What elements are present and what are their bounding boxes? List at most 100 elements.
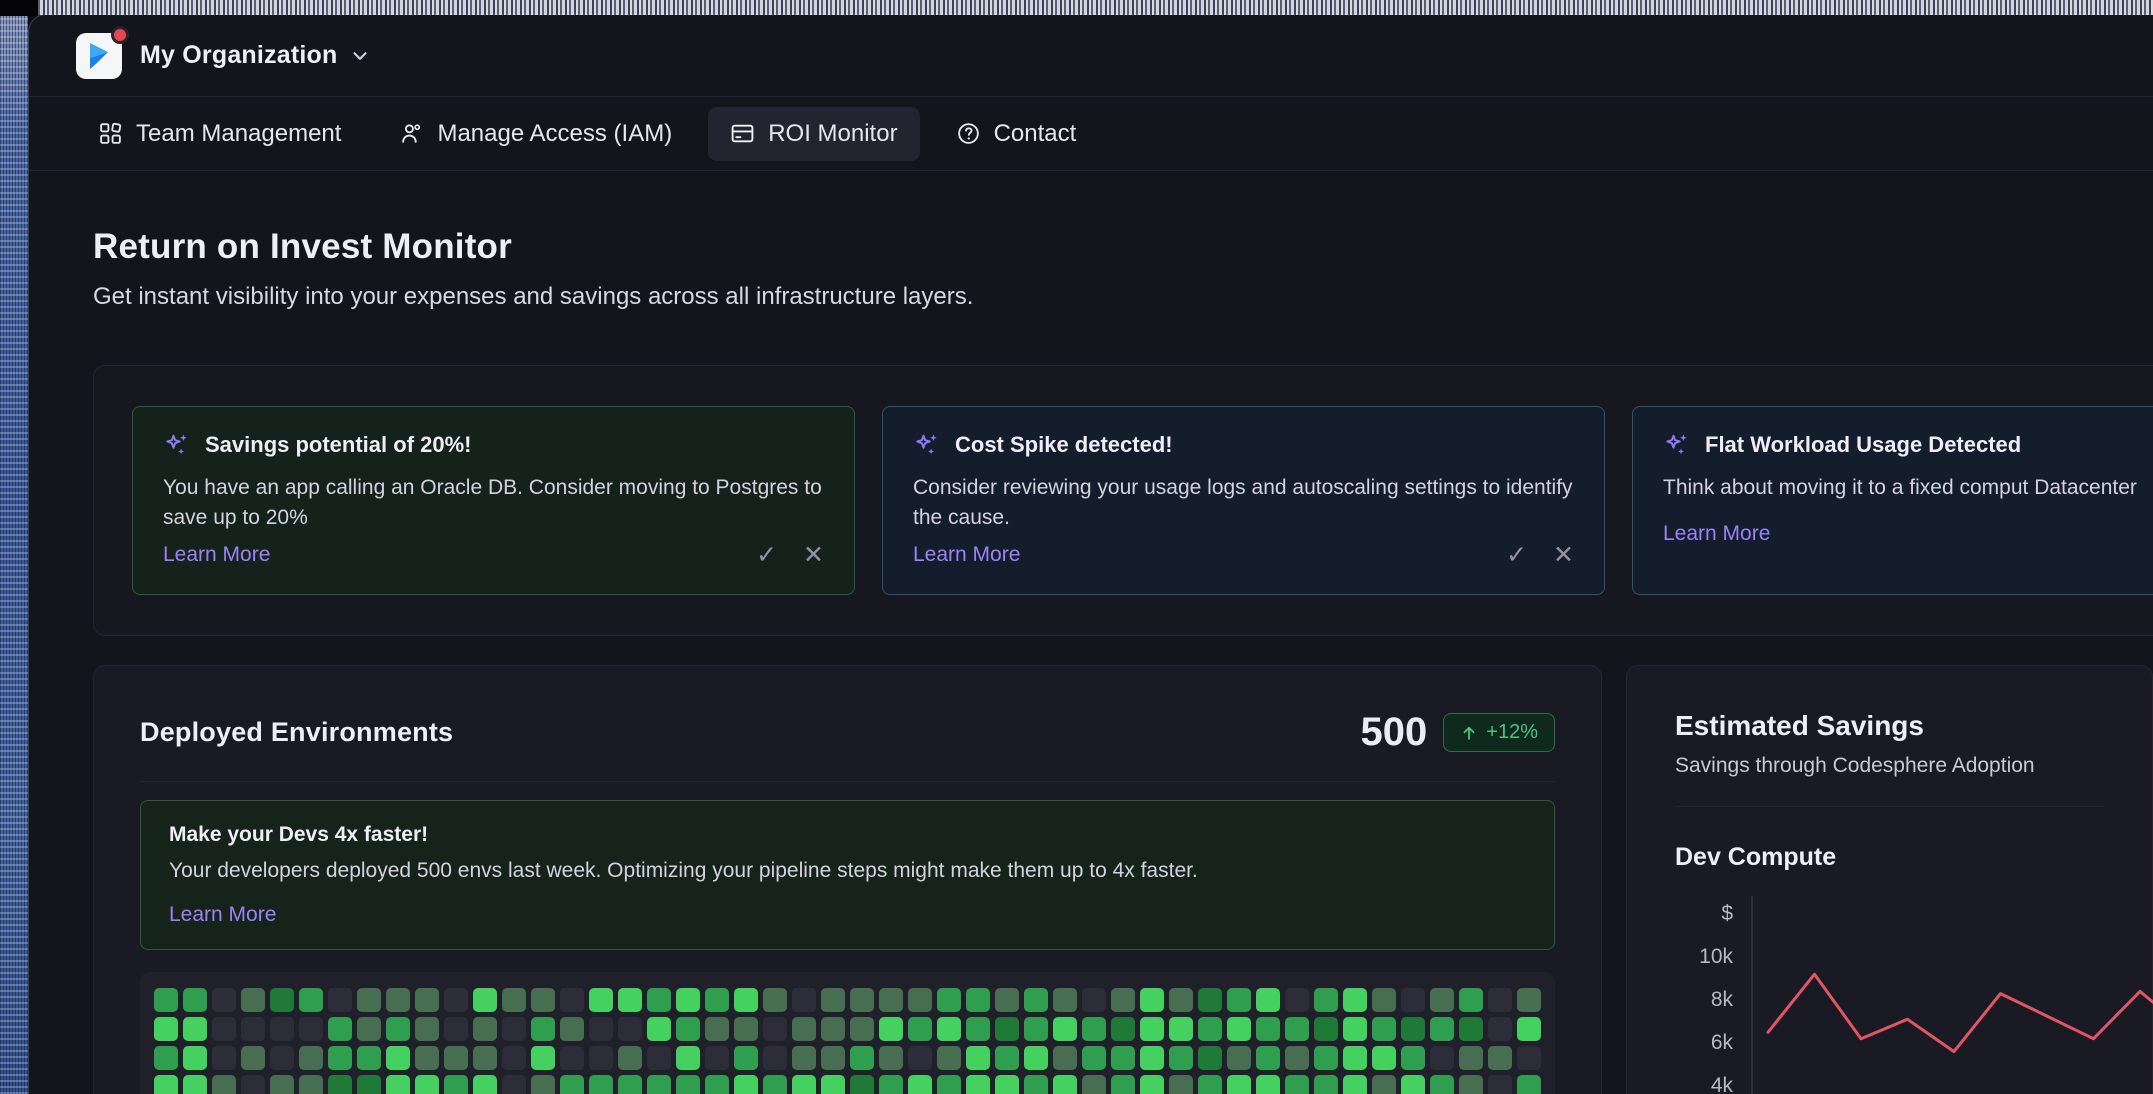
heatmap-cell — [879, 1075, 903, 1094]
heatmap-cell — [618, 1075, 642, 1094]
heatmap-cell — [1488, 1017, 1512, 1041]
tab-contact[interactable]: Contact — [934, 107, 1099, 161]
heatmap-cell — [1169, 988, 1193, 1012]
heatmap-cell — [618, 988, 642, 1012]
check-icon[interactable]: ✓ — [1506, 540, 1527, 570]
learn-more-link[interactable]: Learn More — [1663, 522, 1770, 546]
heatmap-cell — [473, 1075, 497, 1094]
heatmap-cell — [212, 1017, 236, 1041]
heatmap-cell — [502, 988, 526, 1012]
heatmap-cell — [734, 1017, 758, 1041]
heatmap-cell — [444, 1017, 468, 1041]
org-logo[interactable] — [76, 33, 122, 79]
tab-roi-monitor[interactable]: ROI Monitor — [708, 107, 919, 161]
arrow-up-icon — [1460, 724, 1478, 742]
heatmap-cell — [241, 988, 265, 1012]
learn-more-link[interactable]: Learn More — [913, 543, 1020, 567]
heatmap-cell — [821, 1017, 845, 1041]
tab-label: Manage Access (IAM) — [437, 120, 672, 148]
heatmap-cell — [1430, 1075, 1454, 1094]
heatmap-cell — [1111, 1075, 1135, 1094]
chevron-down-icon — [349, 45, 371, 67]
heatmap-cell — [1459, 988, 1483, 1012]
heatmap-cell — [589, 1046, 613, 1070]
y-axis-tick: 10k — [1675, 945, 1733, 969]
heatmap-cell — [1285, 988, 1309, 1012]
heatmap-cell — [705, 1017, 729, 1041]
close-icon[interactable]: ✕ — [803, 540, 824, 570]
heatmap-cell — [328, 1075, 352, 1094]
grid-icon — [98, 121, 123, 146]
page-title: Return on Invest Monitor — [93, 227, 2153, 267]
learn-more-link[interactable]: Learn More — [169, 903, 1526, 927]
devs-faster-callout: Make your Devs 4x faster! Your developer… — [140, 800, 1555, 950]
sparkles-icon — [1663, 431, 1691, 459]
heatmap-cell — [589, 1075, 613, 1094]
heatmap-cell — [1517, 1046, 1541, 1070]
heatmap-cell — [531, 988, 555, 1012]
heatmap-cell — [850, 1046, 874, 1070]
heatmap-cell — [357, 1017, 381, 1041]
delta-badge: +12% — [1443, 713, 1555, 752]
dev-compute-chart: $10k8k6k4k — [1675, 890, 2104, 1094]
heatmap-cell — [879, 1046, 903, 1070]
heatmap-cell — [444, 1046, 468, 1070]
heatmap-cell — [444, 1075, 468, 1094]
heatmap-cell — [647, 1046, 671, 1070]
tab-manage-access-iam[interactable]: Manage Access (IAM) — [377, 107, 694, 161]
heatmap-cell — [154, 1075, 178, 1094]
help-circle-icon — [956, 121, 981, 146]
heatmap-cell — [676, 1017, 700, 1041]
heatmap-cell — [908, 988, 932, 1012]
heatmap-cell — [1343, 1046, 1367, 1070]
heatmap-cell — [1343, 1017, 1367, 1041]
heatmap-cell — [270, 1075, 294, 1094]
y-axis-tick: $ — [1675, 902, 1733, 926]
heatmap-cell — [1140, 1046, 1164, 1070]
sparkles-icon — [913, 431, 941, 459]
heatmap-cell — [705, 1046, 729, 1070]
heatmap-cell — [763, 1017, 787, 1041]
heatmap-cell — [1169, 1046, 1193, 1070]
heatmap-cell — [154, 1017, 178, 1041]
heatmap-cell — [879, 1017, 903, 1041]
heatmap-cell — [937, 1075, 961, 1094]
heatmap-cell — [299, 1017, 323, 1041]
heatmap-cell — [1517, 1017, 1541, 1041]
heatmap-cell — [386, 1075, 410, 1094]
estimated-savings-panel: Estimated Savings Savings through Codesp… — [1626, 665, 2153, 1094]
heatmap-cell — [850, 1075, 874, 1094]
heatmap-cell — [357, 1075, 381, 1094]
heatmap-cell — [647, 1075, 671, 1094]
heatmap-cell — [850, 988, 874, 1012]
org-switcher[interactable]: My Organization — [140, 41, 371, 70]
close-icon[interactable]: ✕ — [1553, 540, 1574, 570]
screen-corner-artifact — [0, 0, 38, 16]
heatmap-cell — [473, 988, 497, 1012]
heatmap-cell — [444, 988, 468, 1012]
heatmap-cell — [1488, 988, 1512, 1012]
heatmap-cell — [1227, 1046, 1251, 1070]
top-bar: My Organization — [29, 15, 2153, 97]
heatmap-cell — [1227, 988, 1251, 1012]
heatmap-cell — [1256, 988, 1280, 1012]
divider — [1675, 806, 2104, 807]
org-name: My Organization — [140, 41, 337, 70]
tab-team-management[interactable]: Team Management — [76, 107, 363, 161]
heatmap-cell — [966, 1075, 990, 1094]
learn-more-link[interactable]: Learn More — [163, 543, 270, 567]
heatmap-cell — [792, 988, 816, 1012]
check-icon[interactable]: ✓ — [756, 540, 777, 570]
deployed-environments-title: Deployed Environments — [140, 717, 453, 748]
heatmap-cell — [821, 988, 845, 1012]
heatmap-cell — [966, 1017, 990, 1041]
heatmap-cell — [1024, 1017, 1048, 1041]
heatmap-cell — [966, 1046, 990, 1070]
alert-title: Savings potential of 20%! — [205, 432, 472, 458]
heatmap-cell — [676, 1075, 700, 1094]
alerts-panel: Savings potential of 20%! You have an ap… — [93, 365, 2153, 636]
sparkles-icon — [163, 431, 191, 459]
heatmap-cell — [1314, 1075, 1338, 1094]
line-chart-svg — [1753, 890, 2153, 1094]
codesphere-logo-icon — [84, 41, 114, 71]
